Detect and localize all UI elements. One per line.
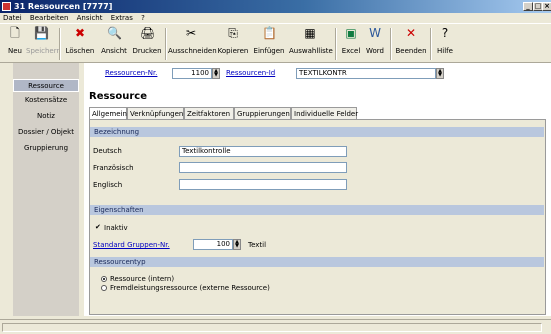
word-button[interactable]: W Word xyxy=(364,26,386,60)
deutsch-field[interactable]: Textilkontrolle xyxy=(179,146,347,157)
help-button[interactable]: ? Hilfe xyxy=(434,26,456,60)
sidebar-item-gruppierung[interactable]: Gruppierung xyxy=(13,142,79,155)
inaktiv-checkbox[interactable]: ✔ xyxy=(95,224,102,231)
toolbar: 🗋 Neu 💾 Speichern ✖ Löschen 🔍 Ansicht 🖨 … xyxy=(0,23,551,63)
sidebar-item-kostensaetze[interactable]: Kostensätze xyxy=(13,94,79,107)
excel-icon: ▣ xyxy=(345,26,357,40)
new-document-icon: 🗋 xyxy=(10,26,20,40)
toolbar-separator xyxy=(390,28,392,60)
ressourcen-id-field[interactable]: TEXTILKONTR xyxy=(296,68,436,79)
copy-icon: ⎘ xyxy=(228,26,238,40)
radio-ressource-intern[interactable] xyxy=(101,276,107,282)
sidebar: Ressource Kostensätze Notiz Dossier / Ob… xyxy=(13,63,79,316)
copy-button[interactable]: ⎘ Kopieren xyxy=(216,26,250,60)
ressourcen-id-label[interactable]: Ressourcen-Id xyxy=(226,69,275,77)
section-ressourcentyp: Ressourcentyp xyxy=(90,257,544,267)
scissors-icon: ✂ xyxy=(185,26,197,40)
menu-bearbeiten[interactable]: Bearbeiten xyxy=(30,14,68,22)
standard-gruppen-nr-stepper[interactable]: ▲ ▼ xyxy=(233,239,241,250)
app-icon xyxy=(2,2,11,11)
delete-icon: ✖ xyxy=(74,26,86,40)
window-title: 31 Ressourcen [7777] xyxy=(14,2,113,11)
print-button[interactable]: 🖨 Drucken xyxy=(131,26,163,60)
toolbar-separator xyxy=(335,28,337,60)
paste-icon: 📋 xyxy=(262,26,277,40)
delete-button[interactable]: ✖ Löschen xyxy=(63,26,97,60)
quit-icon: ✕ xyxy=(405,26,417,40)
radio-ressource-intern-label: Ressource (intern) xyxy=(110,275,175,283)
ressourcen-nr-field[interactable]: 1100 xyxy=(172,68,212,79)
radio-fremdleistung-label: Fremdleistungsressource (externe Ressour… xyxy=(110,284,270,292)
save-button[interactable]: 💾 Speichern xyxy=(26,26,61,60)
section-eigenschaften: Eigenschaften xyxy=(90,205,544,215)
gruppen-name: Textil xyxy=(248,241,267,249)
excel-button[interactable]: ▣ Excel xyxy=(340,26,362,60)
page-title: Ressource xyxy=(89,91,148,102)
menu-bar: Datei Bearbeiten Ansicht Extras ? xyxy=(0,13,551,23)
tab-zeitfaktoren[interactable]: Zeitfaktoren xyxy=(184,107,234,119)
franzoesisch-label: Französisch xyxy=(93,164,134,172)
minimize-button[interactable]: _ xyxy=(523,2,533,11)
toolbar-separator xyxy=(59,28,61,60)
title-bar: 31 Ressourcen [7777] _ □ × xyxy=(0,0,551,13)
menu-ansicht[interactable]: Ansicht xyxy=(77,14,103,22)
word-icon: W xyxy=(369,26,381,40)
menu-help[interactable]: ? xyxy=(141,14,145,22)
tab-individuelle-felder[interactable]: Individuelle Felder xyxy=(291,107,358,119)
menu-extras[interactable]: Extras xyxy=(111,14,133,22)
sidebar-item-dossier-objekt[interactable]: Dossier / Objekt xyxy=(13,126,79,139)
ressourcen-nr-stepper[interactable]: ▲ ▼ xyxy=(212,68,220,79)
sidebar-item-ressource[interactable]: Ressource xyxy=(13,79,79,92)
standard-gruppen-nr-field[interactable]: 100 xyxy=(193,239,233,250)
tab-verknuepfungen[interactable]: Verknüpfungen xyxy=(127,107,184,119)
save-icon: 💾 xyxy=(34,26,49,40)
printer-icon: 🖨 xyxy=(140,26,156,40)
selection-list-icon: ▦ xyxy=(304,26,316,40)
inaktiv-label: Inaktiv xyxy=(104,224,128,232)
menu-datei[interactable]: Datei xyxy=(3,14,22,22)
left-edge xyxy=(0,63,13,316)
radio-fremdleistung[interactable] xyxy=(101,285,107,291)
view-button[interactable]: 🔍 Ansicht xyxy=(98,26,130,60)
preview-icon: 🔍 xyxy=(107,26,122,40)
toolbar-separator xyxy=(430,28,432,60)
ressourcen-nr-label[interactable]: Ressourcen-Nr. xyxy=(105,69,157,77)
quit-button[interactable]: ✕ Beenden xyxy=(394,26,428,60)
status-field xyxy=(2,323,542,332)
help-icon: ? xyxy=(441,26,449,40)
franzoesisch-field[interactable] xyxy=(179,162,347,173)
toolbar-separator xyxy=(165,28,167,60)
status-bar xyxy=(0,319,551,334)
ressourcen-id-stepper[interactable]: ▲ ▼ xyxy=(436,68,444,79)
englisch-label: Englisch xyxy=(93,181,123,189)
englisch-field[interactable] xyxy=(179,179,347,190)
new-button[interactable]: 🗋 Neu xyxy=(4,26,26,60)
paste-button[interactable]: 📋 Einfügen xyxy=(252,26,286,60)
tab-gruppierungen[interactable]: Gruppierungen xyxy=(234,107,291,119)
deutsch-label: Deutsch xyxy=(93,147,122,155)
close-button[interactable]: × xyxy=(542,2,551,11)
standard-gruppen-nr-label[interactable]: Standard Gruppen-Nr. xyxy=(93,241,170,249)
sidebar-item-notiz[interactable]: Notiz xyxy=(13,110,79,123)
selection-list-button[interactable]: ▦ Auswahlliste xyxy=(289,26,333,60)
section-bezeichnung: Bezeichnung xyxy=(90,127,544,137)
cut-button[interactable]: ✂ Ausschneiden xyxy=(168,26,217,60)
